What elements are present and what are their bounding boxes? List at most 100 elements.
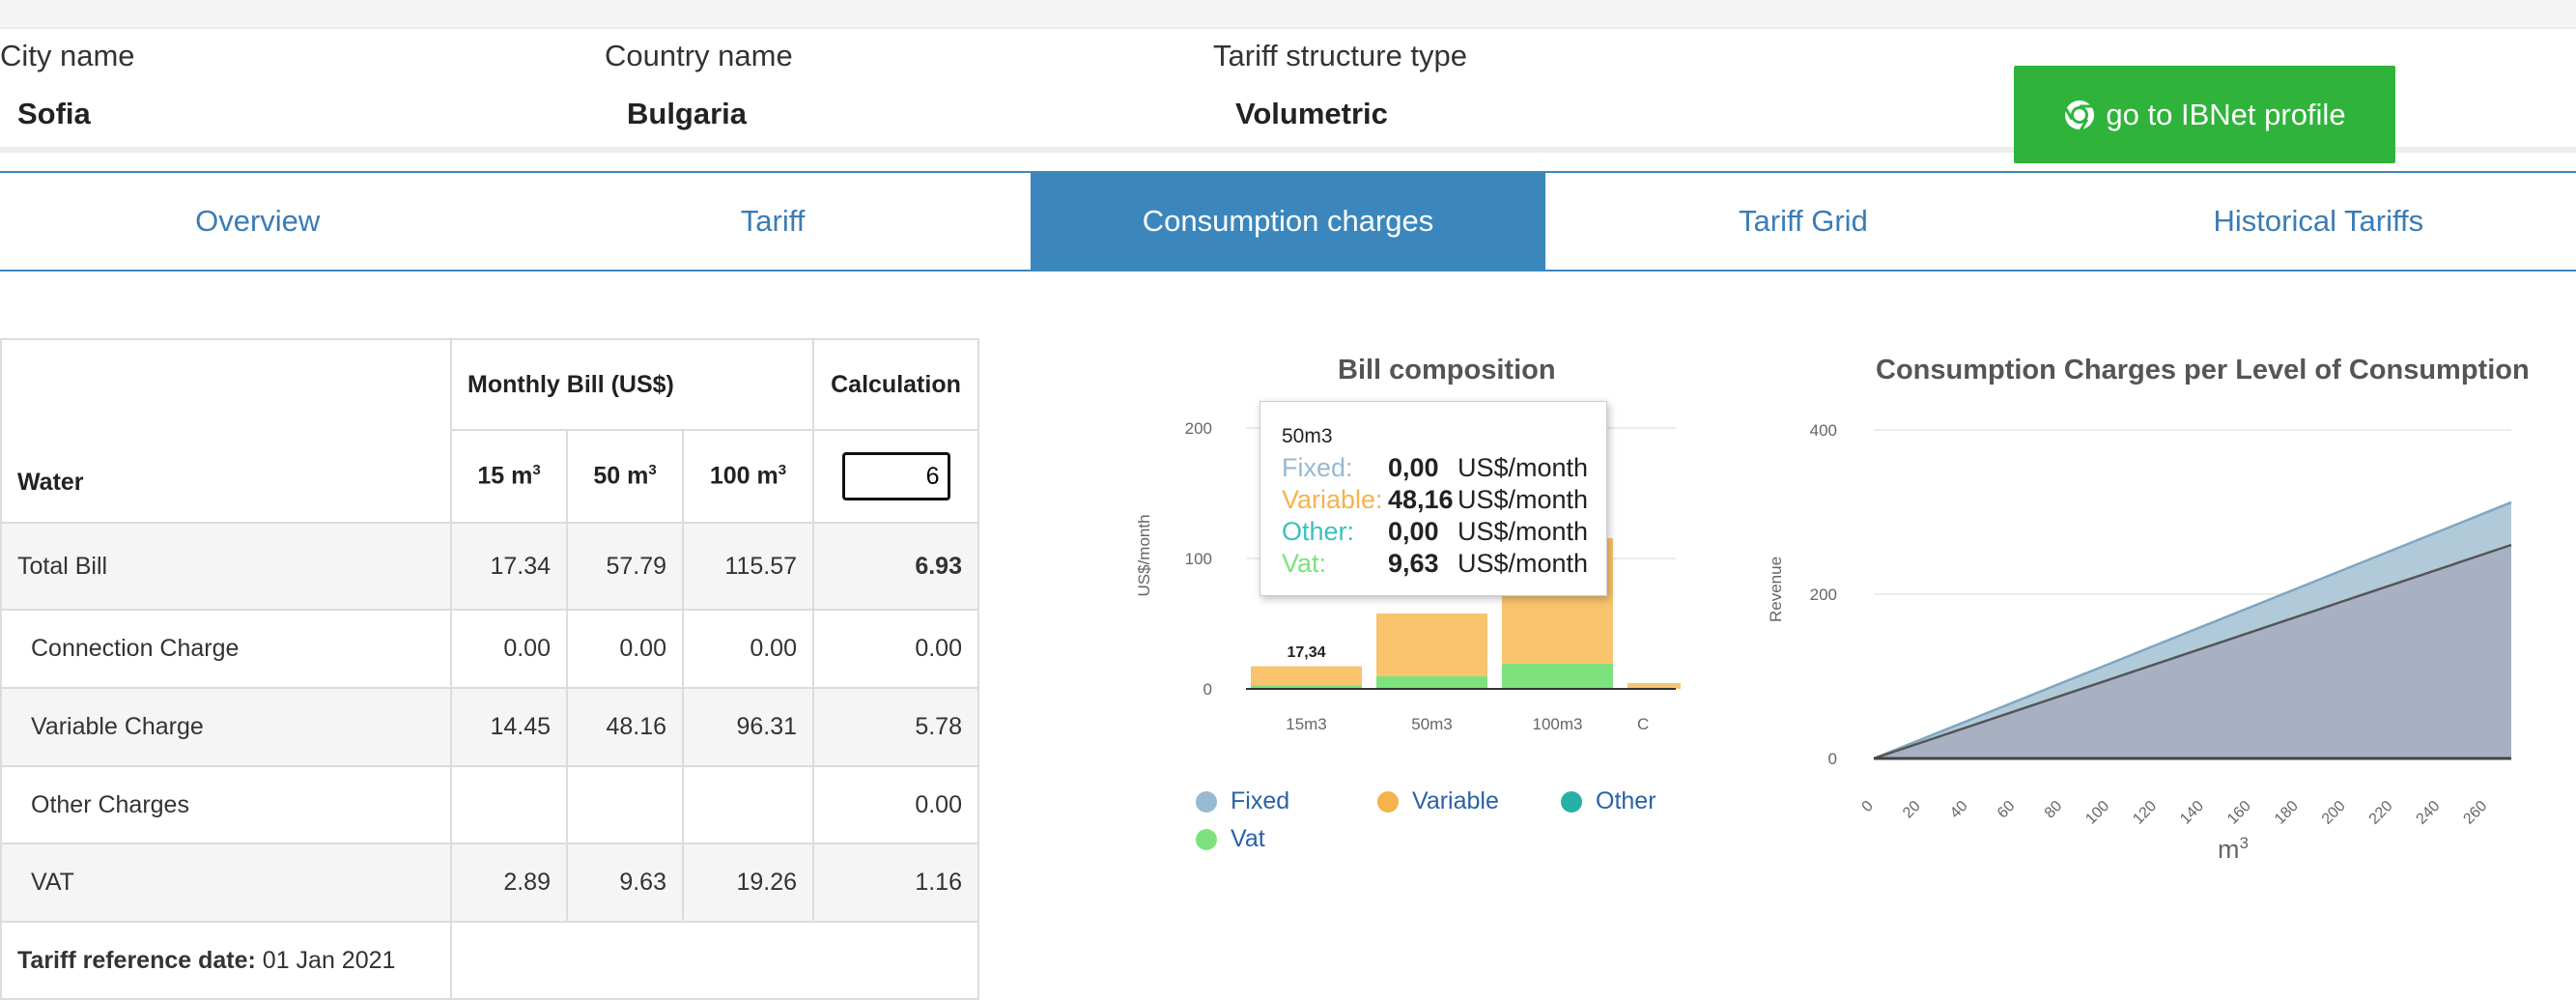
- y-tick-label: 100: [1185, 550, 1212, 568]
- bar-variable: [1251, 666, 1362, 686]
- ibnet-profile-button[interactable]: go to IBNet profile: [2014, 66, 2395, 163]
- legend-variable[interactable]: Variable: [1377, 787, 1499, 815]
- top-strip: [0, 0, 2576, 29]
- x-tick-label: 140: [2177, 798, 2207, 828]
- cell-100: 115.57: [682, 522, 814, 611]
- table-row: Total Bill 17.34 57.79 115.57 6.93: [0, 522, 979, 611]
- row-label: Other Charges: [0, 765, 452, 844]
- cell-calc: 6.93: [812, 522, 979, 611]
- tooltip-row: Other: 0,00 US$/month: [1282, 517, 1589, 546]
- table-row: Tariff reference date: 01 Jan 2021: [0, 921, 979, 1000]
- cell-50: 9.63: [566, 843, 684, 923]
- cell-calc: 1.16: [812, 843, 979, 923]
- consumption-chart-title: Consumption Charges per Level of Consump…: [1876, 355, 2530, 386]
- bar-total-label: 17,34: [1287, 644, 1325, 661]
- ibnet-button-label: go to IBNet profile: [2106, 97, 2346, 131]
- city-label: City name: [0, 39, 135, 72]
- bill-table: Water Monthly Bill (US$) Calculation 15 …: [0, 338, 979, 1000]
- table-row: Other Charges 0.00: [0, 765, 979, 844]
- tooltip-row: Variable: 48,16 US$/month: [1282, 485, 1589, 514]
- country-value: Bulgaria: [627, 97, 748, 130]
- table-row: Variable Charge 14.45 48.16 96.31 5.78: [0, 687, 979, 767]
- y-tick-label: 0: [1828, 750, 1837, 768]
- legend-other[interactable]: Other: [1561, 787, 1656, 815]
- calculation-header: Calculation: [812, 338, 979, 431]
- y-tick-label: 200: [1185, 419, 1212, 438]
- cell-50: [566, 765, 684, 844]
- consumption-chart-xlabel: m3: [2218, 834, 2249, 864]
- tab-historical-tariffs[interactable]: Historical Tariffs: [2061, 173, 2576, 270]
- row-label: VAT: [0, 843, 452, 923]
- x-tick-label: C: [1637, 715, 1649, 733]
- legend-dot: [1196, 828, 1217, 850]
- tariff-type-value: Volumetric: [1235, 97, 1388, 130]
- y-tick-label: 0: [1203, 680, 1212, 699]
- tariff-type-label: Tariff structure type: [1213, 39, 1468, 72]
- cell-15: [450, 765, 568, 844]
- table-row: VAT 2.89 9.63 19.26 1.16: [0, 843, 979, 923]
- chrome-icon: [2064, 100, 2095, 131]
- tab-overview[interactable]: Overview: [0, 173, 515, 270]
- tab-tariff-grid[interactable]: Tariff Grid: [1545, 173, 2060, 270]
- x-tick-label: 240: [2414, 798, 2444, 828]
- cell-50: 57.79: [566, 522, 684, 611]
- x-tick-label: 200: [2319, 798, 2349, 828]
- x-tick-label: 100m3: [1533, 715, 1583, 733]
- x-tick-label: 20: [1900, 798, 1924, 822]
- bill-chart-title: Bill composition: [1338, 355, 1556, 386]
- x-tick-label: 15m3: [1286, 715, 1327, 733]
- calculation-input[interactable]: [841, 452, 950, 500]
- info-bar: City name Sofia Country name Bulgaria Ta…: [0, 29, 2576, 163]
- col-100m3: 100 m3: [682, 429, 814, 524]
- cell-calc: 5.78: [812, 687, 979, 767]
- y-tick-label: 400: [1810, 421, 1837, 440]
- tab-bar: Overview Tariff Consumption charges Tari…: [0, 171, 2576, 271]
- col-50m3: 50 m3: [566, 429, 684, 524]
- tab-tariff[interactable]: Tariff: [515, 173, 1030, 270]
- city-value: Sofia: [17, 97, 91, 130]
- legend-vat[interactable]: Vat: [1196, 825, 1265, 853]
- x-tick-label: 180: [2272, 798, 2302, 828]
- bar-variable: [1376, 613, 1487, 676]
- bar-vat: [1376, 675, 1487, 689]
- cell-15: 14.45: [450, 687, 568, 767]
- row-label: Total Bill: [0, 522, 452, 611]
- calc-input-cell: [812, 429, 979, 524]
- row-label: Connection Charge: [0, 609, 452, 689]
- legend-dot: [1377, 790, 1399, 813]
- cell-100: 19.26: [682, 843, 814, 923]
- consumption-charges-chart: 0 200 400 0 20 40 60 80 100 120 140 160 180 200 220 240…: [1767, 421, 2512, 864]
- legend-fixed[interactable]: Fixed: [1196, 787, 1289, 815]
- x-tick-label: 100: [2082, 798, 2112, 828]
- country-label: Country name: [605, 39, 793, 72]
- x-tick-label: 50m3: [1411, 715, 1453, 733]
- tooltip-title: 50m3: [1282, 425, 1333, 447]
- bar-vat: [1502, 663, 1613, 689]
- consumption-chart-ylabel: Revenue: [1767, 557, 1785, 622]
- x-tick-label: 80: [2042, 798, 2066, 822]
- legend-dot: [1561, 790, 1582, 813]
- cell-50: 0.00: [566, 609, 684, 689]
- cell-15: 17.34: [450, 522, 568, 611]
- x-tick-label: 160: [2224, 798, 2254, 828]
- x-tick-label: 120: [2130, 798, 2160, 828]
- tooltip-row: Vat: 9,63 US$/month: [1282, 549, 1589, 578]
- water-header: Water: [0, 338, 452, 524]
- monthly-bill-header: Monthly Bill (US$): [450, 338, 814, 431]
- row-label: Variable Charge: [0, 687, 452, 767]
- cell-15: 2.89: [450, 843, 568, 923]
- x-tick-label: 0: [1859, 798, 1877, 815]
- tooltip-row: Fixed: 0,00 US$/month: [1282, 453, 1589, 482]
- cell-calc: 0.00: [812, 609, 979, 689]
- x-tick-label: 260: [2460, 798, 2490, 828]
- cell-50: 48.16: [566, 687, 684, 767]
- tariff-reference-date: Tariff reference date: 01 Jan 2021: [0, 921, 452, 1000]
- tab-consumption-charges[interactable]: Consumption charges: [1030, 173, 1546, 270]
- col-15m3: 15 m3: [450, 429, 568, 524]
- cell-15: 0.00: [450, 609, 568, 689]
- chart-tooltip: 50m3 Fixed: 0,00 US$/month Variable: 48,16 U…: [1260, 401, 1607, 596]
- bill-chart-ylabel: US$/month: [1135, 514, 1153, 596]
- table-row: Connection Charge 0.00 0.00 0.00 0.00: [0, 609, 979, 689]
- cell-calc: 0.00: [812, 765, 979, 844]
- cell-100: 96.31: [682, 687, 814, 767]
